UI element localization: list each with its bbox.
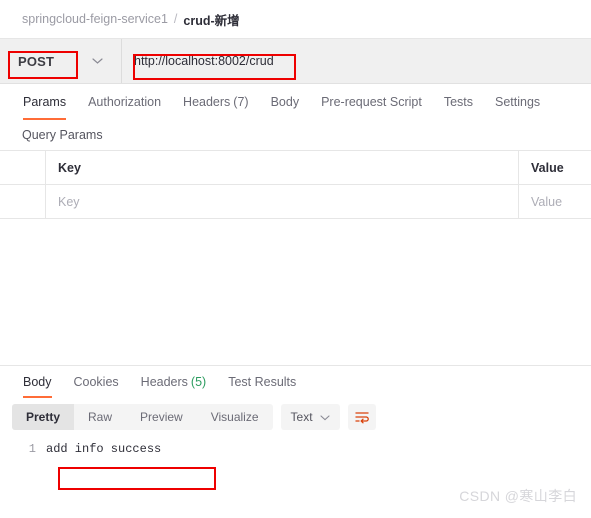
tab-headers-count: (7)	[233, 95, 249, 109]
request-url-bar: POST http://localhost:8002/crud	[0, 38, 591, 84]
tab-tests[interactable]: Tests	[433, 84, 484, 120]
select-all-checkbox-cell[interactable]	[0, 151, 46, 184]
param-key-placeholder: Key	[58, 194, 80, 209]
tab-params-label: Params	[23, 95, 67, 109]
breadcrumb-collection[interactable]: springcloud-feign-service1	[22, 12, 168, 26]
response-tab-test-results-label: Test Results	[228, 375, 297, 389]
param-value-placeholder: Value	[531, 194, 563, 209]
tab-authorization[interactable]: Authorization	[77, 84, 172, 120]
response-tab-headers-count: (5)	[190, 375, 207, 389]
column-header-key: Key	[46, 151, 519, 184]
response-tab-test-results[interactable]: Test Results	[217, 366, 307, 398]
breadcrumb: springcloud-feign-service1 / crud-新增	[0, 0, 591, 38]
view-preview-button[interactable]: Preview	[126, 404, 197, 430]
request-tab-bar: Params Authorization Headers (7) Body Pr…	[0, 84, 591, 120]
query-params-table: Key Value Key Value	[0, 150, 591, 219]
chevron-down-icon[interactable]	[319, 410, 330, 424]
tab-params[interactable]: Params	[12, 84, 77, 120]
view-visualize-button[interactable]: Visualize	[197, 404, 273, 430]
tab-authorization-label: Authorization	[88, 95, 162, 109]
tab-headers[interactable]: Headers (7)	[172, 84, 260, 120]
response-view-switcher: Pretty Raw Preview Visualize	[12, 404, 273, 430]
http-method-label: POST	[18, 53, 55, 69]
view-raw-button[interactable]: Raw	[74, 404, 126, 430]
tab-pre-request-script-label: Pre-request Script	[321, 95, 422, 109]
response-tab-bar: Body Cookies Headers (5) Test Results	[0, 366, 591, 398]
column-header-value-label: Value	[531, 160, 564, 175]
line-number-gutter: 1	[28, 442, 36, 456]
tab-tests-label: Tests	[443, 95, 473, 109]
http-method-selector[interactable]: POST	[0, 39, 122, 83]
table-row[interactable]: Key Value	[0, 185, 591, 218]
tab-body-label: Body	[270, 95, 300, 109]
tab-body[interactable]: Body	[260, 84, 311, 120]
param-key-input[interactable]: Key	[46, 185, 519, 218]
param-value-input[interactable]: Value	[519, 185, 591, 218]
column-header-value: Value	[519, 151, 591, 184]
request-empty-area	[0, 219, 591, 365]
tab-settings-label: Settings	[495, 95, 541, 109]
watermark: CSDN @寒山李白	[459, 488, 577, 504]
row-checkbox-cell[interactable]	[0, 185, 46, 218]
chevron-down-icon[interactable]	[92, 58, 103, 65]
response-tab-headers[interactable]: Headers (5)	[130, 366, 218, 398]
response-tab-headers-label: Headers	[140, 375, 188, 389]
query-params-title: Query Params	[22, 128, 103, 142]
response-body-viewer[interactable]: 1 add info success	[0, 436, 591, 456]
breadcrumb-current-request[interactable]: crud-新增	[183, 10, 239, 29]
table-header-row: Key Value	[0, 151, 591, 185]
tab-pre-request-script[interactable]: Pre-request Script	[310, 84, 433, 120]
response-tab-cookies[interactable]: Cookies	[63, 366, 130, 398]
url-input[interactable]: http://localhost:8002/crud	[122, 39, 591, 83]
response-body-text: add info success	[46, 442, 162, 456]
breadcrumb-separator: /	[173, 12, 178, 26]
response-tab-body-label: Body	[23, 375, 52, 389]
response-format-label: Text	[290, 410, 313, 424]
tab-settings[interactable]: Settings	[484, 84, 551, 120]
column-header-key-label: Key	[58, 160, 81, 175]
response-tab-cookies-label: Cookies	[73, 375, 119, 389]
tab-headers-label: Headers	[183, 95, 231, 109]
view-pretty-button[interactable]: Pretty	[12, 404, 75, 430]
response-toolbar: Pretty Raw Preview Visualize Text	[0, 398, 591, 436]
annotation-box-response	[58, 467, 216, 490]
response-tab-body[interactable]: Body	[12, 366, 63, 398]
word-wrap-icon[interactable]	[347, 404, 376, 430]
response-format-select[interactable]: Text	[280, 404, 340, 430]
